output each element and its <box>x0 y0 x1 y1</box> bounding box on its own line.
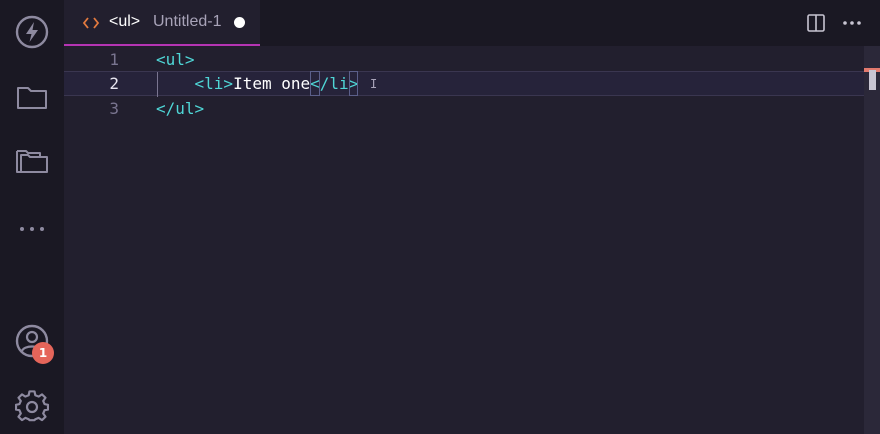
folder-icon[interactable] <box>12 77 52 117</box>
folders-icon[interactable] <box>12 142 52 182</box>
code-line-1[interactable]: 1 <ul> <box>64 47 864 72</box>
tab-strip: <ul> Untitled-1 <box>64 0 880 46</box>
code-text: <ul> <box>156 50 195 69</box>
scroll-thumb[interactable] <box>869 70 876 90</box>
tab-label: <ul> <box>109 13 141 30</box>
tab-untitled-1[interactable]: <ul> Untitled-1 <box>64 0 260 46</box>
unsaved-dot-icon[interactable] <box>234 17 245 28</box>
line-number: 1 <box>109 50 119 69</box>
code-brackets-icon <box>82 14 100 32</box>
more-actions-icon[interactable] <box>841 12 863 34</box>
line-number: 3 <box>109 99 119 118</box>
code-line-3[interactable]: 3 </ul> <box>64 96 864 121</box>
editor[interactable]: 1 <ul> 2 <li>Item one</li> I 3 </ul> <box>64 46 880 434</box>
ibeam-cursor-icon: I <box>370 77 378 91</box>
tab-description: Untitled-1 <box>153 13 222 30</box>
line-number: 2 <box>109 74 119 93</box>
gear-icon[interactable] <box>12 387 52 427</box>
activity-bar: 1 <box>0 0 64 434</box>
notification-badge: 1 <box>32 342 54 364</box>
ellipsis-icon[interactable] <box>12 209 52 249</box>
split-editor-icon[interactable] <box>805 12 827 34</box>
vertical-scrollbar[interactable] <box>864 46 880 434</box>
code-line-2[interactable]: 2 <li>Item one</li> I <box>64 71 864 97</box>
code-text: <li>Item one</li> <box>156 71 359 96</box>
lightning-icon[interactable] <box>12 12 52 52</box>
code-text: </ul> <box>156 99 205 118</box>
